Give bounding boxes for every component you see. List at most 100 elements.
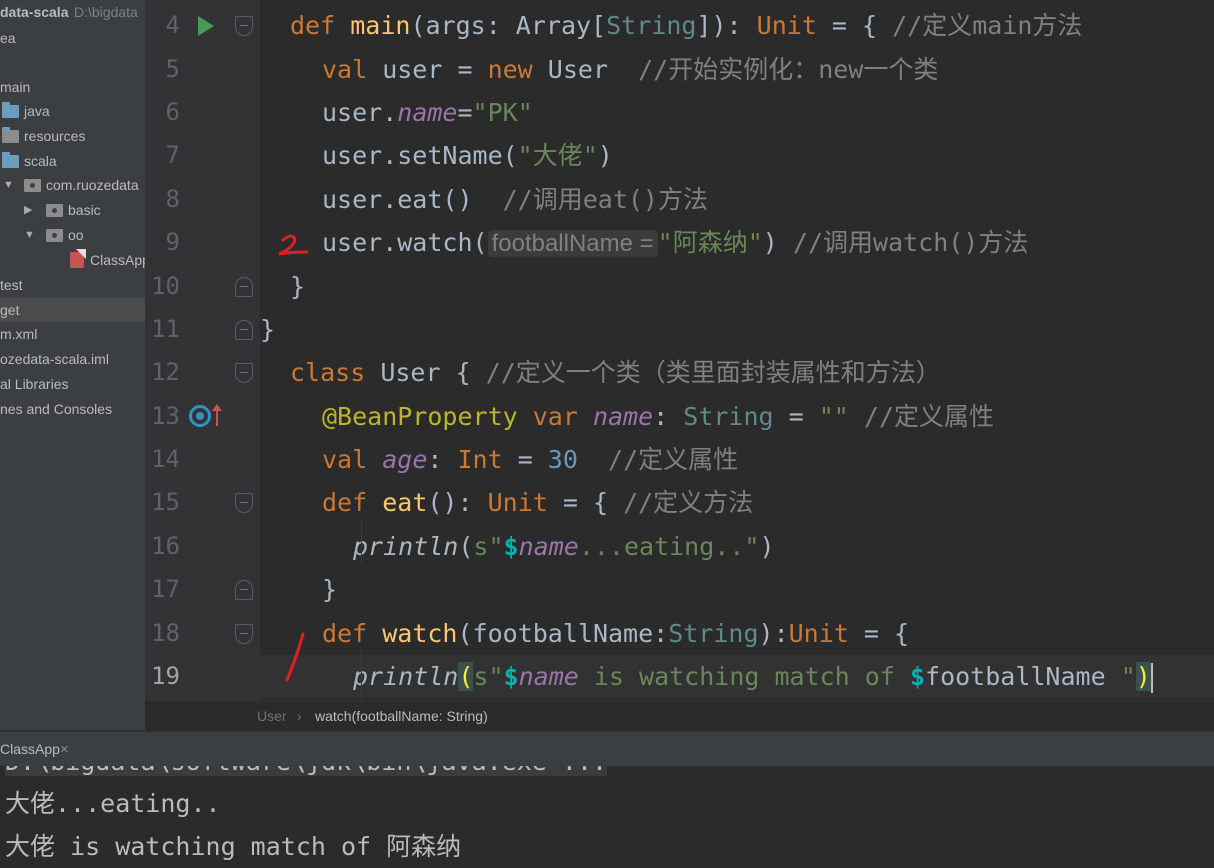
implements-icon[interactable] xyxy=(189,405,211,427)
code-token: footballName xyxy=(925,662,1106,691)
tree-item-pom[interactable]: m.xml xyxy=(0,322,145,346)
code-token: = xyxy=(457,98,473,127)
code-string: s" xyxy=(473,662,504,691)
code-line: println(s"$name...eating..") xyxy=(260,525,1214,568)
line-number-current: 19 xyxy=(151,662,180,690)
code-token: age xyxy=(382,445,428,474)
code-token: println xyxy=(353,532,459,561)
code-line: def watch(footballName:String):Unit = { xyxy=(260,612,1214,655)
tree-label: m.xml xyxy=(0,326,38,342)
code-token: = { xyxy=(547,488,624,517)
tab-run-classapp[interactable]: ClassApp xyxy=(0,732,60,767)
code-line: def main(args: Array[String]): Unit = { … xyxy=(260,4,1214,47)
matched-paren: ) xyxy=(1135,662,1151,691)
breadcrumb-item-method[interactable]: watch(footballName: String) xyxy=(315,701,488,732)
package-icon xyxy=(24,179,41,192)
tree-item-external-libraries[interactable]: al Libraries xyxy=(0,372,145,396)
line-number: 6 xyxy=(165,98,180,126)
override-arrow-icon[interactable] xyxy=(211,402,223,428)
code-line: } xyxy=(260,308,1214,351)
code-comment: //定义属性 xyxy=(863,402,995,431)
code-token: Unit xyxy=(756,11,817,40)
fold-marker-icon[interactable] xyxy=(235,320,253,340)
console-output-line: 大佬 is watching match of 阿森纳 xyxy=(5,832,462,861)
tree-item-test[interactable]: test xyxy=(0,273,145,297)
tree-label: ClassApp xyxy=(90,252,145,268)
line-number: 5 xyxy=(165,55,180,83)
tree-item-scratches[interactable]: nes and Consoles xyxy=(0,397,145,421)
close-icon[interactable]: × xyxy=(60,732,69,767)
tree-item-iml[interactable]: ozedata-scala.iml xyxy=(0,347,145,371)
line-number: 13 xyxy=(151,402,180,430)
fold-marker-icon[interactable] xyxy=(235,363,253,383)
code-editor[interactable]: 4 5 6 7 8 9 10 11 12 13 14 15 16 17 18 1… xyxy=(145,0,1214,700)
tree-label: resources xyxy=(24,128,86,144)
code-token: ): xyxy=(758,619,789,648)
fold-marker-icon[interactable] xyxy=(235,624,253,644)
tree-item-java[interactable]: java xyxy=(0,99,145,123)
line-number: 9 xyxy=(165,228,180,256)
code-area[interactable]: def main(args: Array[String]): Unit = { … xyxy=(260,0,1214,700)
code-token: $ xyxy=(503,532,519,561)
code-token: : xyxy=(653,402,684,431)
code-token: ) xyxy=(759,532,775,561)
fold-marker-icon[interactable] xyxy=(235,580,253,600)
text-caret xyxy=(1150,663,1153,693)
code-comment: //定义一个类（类里面封装属性和方法） xyxy=(485,358,941,387)
fold-marker-icon[interactable] xyxy=(235,493,253,513)
code-token: $ xyxy=(909,662,926,691)
code-token: String xyxy=(683,402,774,431)
tree-item-classapp[interactable]: ClassApp xyxy=(0,248,145,272)
chevron-down-icon[interactable]: ▼ xyxy=(24,223,35,247)
code-line-current: println(s"$name is watching match of $fo… xyxy=(260,655,1214,698)
tree-label: ea xyxy=(0,30,16,46)
tree-item-main[interactable]: main xyxy=(0,75,145,99)
tree-item-resources[interactable]: resources xyxy=(0,124,145,148)
code-token: val xyxy=(322,445,368,474)
tree-item-scala[interactable]: scala xyxy=(0,149,145,173)
run-icon[interactable] xyxy=(198,16,214,36)
tree-project-root[interactable]: data-scala D:\bigdata xyxy=(0,0,145,24)
code-token: user.watch( xyxy=(322,228,488,257)
code-token: (): xyxy=(427,488,488,517)
chevron-down-icon[interactable]: ▼ xyxy=(3,173,14,197)
breadcrumb-item-class[interactable]: User xyxy=(257,701,287,732)
tree-item-basic[interactable]: ▶ basic xyxy=(0,198,145,222)
console-output-line: 大佬...eating.. xyxy=(5,789,221,818)
code-token: Unit xyxy=(788,619,849,648)
run-console[interactable]: D:\bigdata\software\jdk\bin\java.exe ...… xyxy=(0,766,1214,868)
matched-paren: ( xyxy=(458,662,474,691)
code-token: println xyxy=(353,662,459,691)
code-token: Unit xyxy=(487,488,548,517)
chevron-right-icon[interactable]: ▶ xyxy=(24,198,32,222)
code-line: user.watch(footballName = "阿森纳") //调用watc… xyxy=(260,221,1214,264)
code-token: user.setName( xyxy=(322,141,518,170)
tree-item-target[interactable]: get xyxy=(0,298,145,322)
fold-marker-icon[interactable] xyxy=(235,277,253,297)
code-token: def xyxy=(290,11,336,40)
code-string: "PK" xyxy=(472,98,533,127)
indent-guide xyxy=(361,520,362,565)
console-text: D:\bigdata\software\jdk\bin\java.exe ... xyxy=(5,766,608,776)
code-token: User xyxy=(532,55,639,84)
tree-item-oo[interactable]: ▼ oo xyxy=(0,223,145,247)
tab-label: ClassApp xyxy=(0,741,60,757)
code-token: user = xyxy=(367,55,488,84)
folder-icon xyxy=(2,102,19,118)
tree-item-com-ruozedata[interactable]: ▼ com.ruozedata xyxy=(0,173,145,197)
code-comment: //定义main方法 xyxy=(892,11,1083,40)
tree-item-idea[interactable]: ea xyxy=(0,26,145,50)
parameter-hint: footballName = xyxy=(487,230,658,257)
fold-marker-icon[interactable] xyxy=(235,16,253,36)
code-string: " xyxy=(1105,662,1136,691)
indent-guide xyxy=(361,650,362,700)
tree-label: main xyxy=(0,79,31,95)
tree-label: get xyxy=(0,302,20,318)
code-token: ]): xyxy=(696,11,757,40)
code-token: eat xyxy=(382,488,428,517)
code-token: ) xyxy=(597,141,613,170)
tree-label: java xyxy=(24,103,50,119)
code-token: = xyxy=(502,445,548,474)
editor-gutter[interactable]: 4 5 6 7 8 9 10 11 12 13 14 15 16 17 18 1… xyxy=(145,0,260,700)
code-line: val age: Int = 30 //定义属性 xyxy=(260,438,1214,481)
